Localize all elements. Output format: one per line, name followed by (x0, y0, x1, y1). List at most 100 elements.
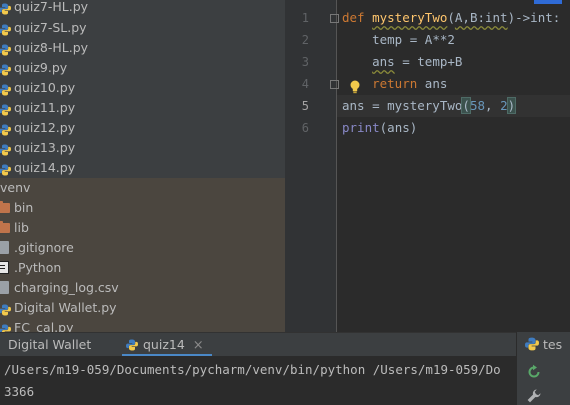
python-file-icon (0, 122, 11, 136)
tree-item-label: quiz10.py (14, 80, 76, 95)
run-tab-tes[interactable]: tes (525, 335, 562, 355)
exec-file-icon (0, 261, 9, 274)
folder-icon (0, 201, 10, 213)
code-text: temp = A**2 (372, 32, 455, 47)
tree-item-label: quiz12.py (14, 120, 76, 135)
run-tab-quiz14[interactable]: quiz14 × (122, 333, 212, 357)
python-file-icon (0, 42, 11, 56)
builtin-print: print (342, 120, 380, 135)
tree-item-quiz7-sl[interactable]: quiz7-SL.py (0, 18, 285, 38)
tree-item-quiz8-hl[interactable]: quiz8-HL.py (0, 38, 285, 58)
console-command-line: /Users/m19-059/Documents/pycharm/venv/bi… (4, 362, 501, 377)
tab-label: quiz14 (143, 337, 185, 352)
fold-marker-icon[interactable] (330, 14, 339, 23)
code-text: (ans) (379, 120, 418, 135)
matched-close-paren: ) (506, 97, 517, 114)
return-annotation: ->int: (515, 10, 561, 25)
tree-item-quiz9[interactable]: quiz9.py (0, 58, 285, 78)
tree-item-label: .Python (14, 260, 62, 275)
line-number: 6 (301, 121, 309, 135)
tree-item-quiz7-hl[interactable]: quiz7-HL.py (0, 0, 285, 17)
code-text: ans (417, 76, 448, 91)
line-number-gutter: 1 2 3 4 5 6 (285, 0, 339, 332)
python-file-icon (0, 22, 11, 36)
run-console[interactable]: /Users/m19-059/Documents/pycharm/venv/bi… (0, 356, 516, 405)
code-editor[interactable]: 1 2 3 4 5 6 def mysteryTwo(A,B:int)->int… (285, 0, 570, 332)
comma-separator: , (485, 98, 501, 113)
tree-item-label: .gitignore (14, 240, 74, 255)
tree-item-quiz12[interactable]: quiz12.py (0, 118, 285, 138)
project-tree: quiz7-HL.py quiz7-SL.py quiz8-HL.py quiz… (0, 0, 285, 332)
tree-item-quiz11[interactable]: quiz11.py (0, 98, 285, 118)
tree-item-label: quiz7-HL.py (14, 0, 89, 14)
file-icon (0, 281, 9, 294)
tree-item-label: quiz11.py (14, 100, 76, 115)
tree-item-quiz14[interactable]: quiz14.py (0, 158, 285, 178)
python-file-icon (0, 102, 11, 116)
tree-item-label: bin (14, 200, 34, 215)
code-line-1[interactable]: def mysteryTwo(A,B:int)->int: (342, 7, 560, 29)
variable-ans: ans (372, 54, 395, 69)
fold-marker-icon[interactable] (330, 80, 339, 89)
tree-item-label: quiz9.py (14, 60, 68, 75)
number-literal: 58 (469, 98, 486, 113)
code-line-2[interactable]: temp = A**2 (342, 29, 455, 51)
python-file-icon (0, 82, 11, 96)
line-number: 3 (301, 55, 309, 69)
tree-item-quiz13[interactable]: quiz13.py (0, 138, 285, 158)
tree-item-charging-log[interactable]: charging_log.csv (0, 278, 285, 298)
tree-item-label: quiz8-HL.py (14, 40, 89, 55)
matched-open-paren: ( (461, 97, 471, 114)
keyword-return: return (372, 76, 418, 91)
tree-folder-venv[interactable]: venv (0, 178, 285, 198)
close-paren: ) (507, 10, 516, 25)
tree-item-fc-cal[interactable]: FC_cal.py (0, 318, 285, 332)
code-line-5[interactable]: ans = mysteryTwo(58, 2) (342, 95, 517, 117)
tree-item-label: quiz7-SL.py (14, 20, 87, 35)
tree-folder-lib[interactable]: lib (0, 218, 285, 238)
tree-item-digital-wallet[interactable]: Digital Wallet.py (0, 298, 285, 318)
code-text: ans = mysteryTwo (342, 98, 463, 113)
python-file-icon (0, 162, 11, 176)
code-line-3[interactable]: ans = temp+B (342, 51, 462, 73)
folder-icon (0, 221, 10, 233)
python-file-icon (0, 1, 11, 15)
run-tab-digital-wallet[interactable]: Digital Wallet (8, 333, 91, 357)
number-literal: 2 (500, 98, 508, 113)
tree-item-label: charging_log.csv (14, 280, 119, 295)
tree-folder-label: venv (0, 180, 31, 195)
file-icon (0, 241, 9, 254)
tree-item-label: FC_cal.py (14, 320, 74, 332)
line-number: 4 (301, 77, 309, 91)
close-icon[interactable]: × (193, 338, 204, 353)
code-text: = temp+B (394, 54, 463, 69)
line-number-current: 5 (301, 99, 309, 113)
line-number: 1 (301, 11, 309, 25)
tree-item-gitignore[interactable]: .gitignore (0, 238, 285, 258)
tab-label: Digital Wallet (8, 337, 92, 352)
rerun-icon[interactable] (526, 364, 542, 380)
tree-item-label: Digital Wallet.py (14, 300, 117, 315)
code-line-6[interactable]: print(ans) (342, 117, 417, 139)
wrench-icon[interactable] (526, 388, 542, 404)
python-file-icon (0, 322, 11, 332)
tree-item-label: quiz14.py (14, 160, 76, 175)
tree-item-quiz10[interactable]: quiz10.py (0, 78, 285, 98)
python-file-icon (0, 142, 11, 156)
tree-folder-bin[interactable]: bin (0, 198, 285, 218)
console-output-line: 3366 (4, 384, 35, 399)
run-tab-bar: Digital Wallet quiz14 × (0, 332, 570, 357)
open-paren: ( (447, 10, 455, 25)
function-params: A,B:int (454, 10, 508, 25)
tree-item-dot-python[interactable]: .Python (0, 258, 285, 278)
tab-label: tes (543, 337, 563, 352)
python-file-icon (0, 302, 11, 316)
line-number: 2 (301, 33, 309, 47)
tree-item-label: lib (14, 220, 29, 235)
function-name: mysteryTwo (372, 10, 448, 25)
keyword-def: def (342, 10, 365, 25)
lightbulb-icon[interactable] (349, 79, 361, 94)
right-tool-strip: tes (516, 332, 570, 405)
python-file-icon (525, 337, 539, 357)
python-file-icon (0, 62, 11, 76)
